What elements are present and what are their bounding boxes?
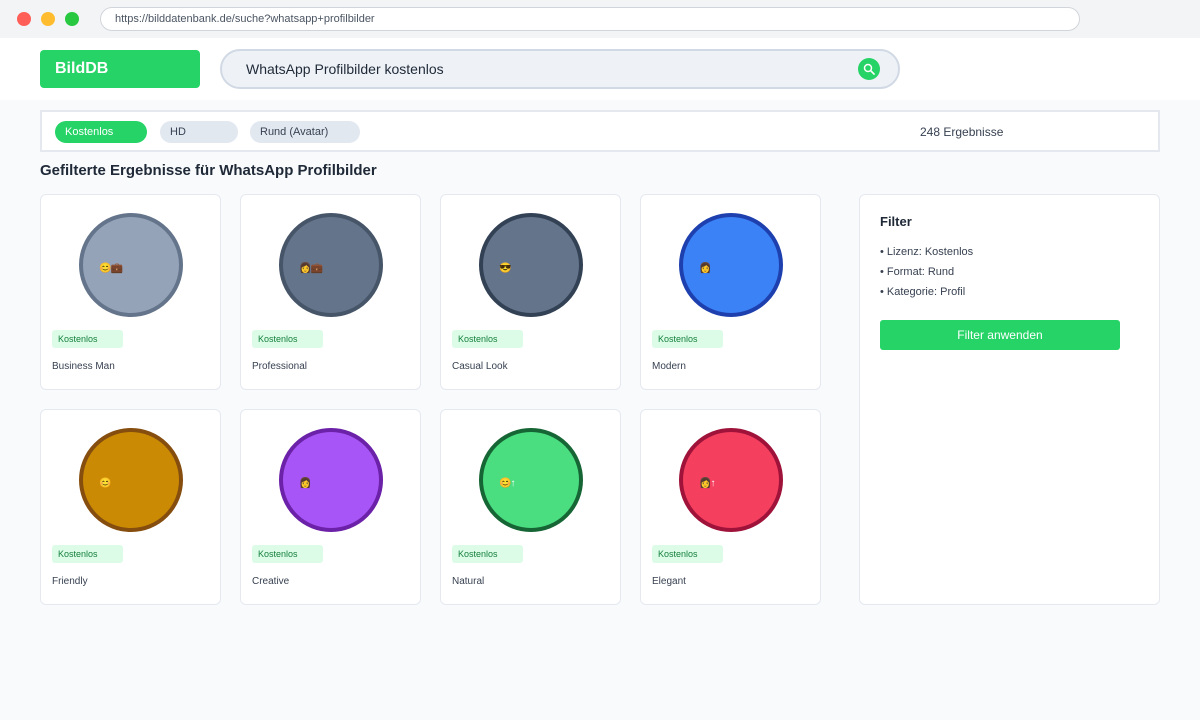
result-card[interactable]: 👩💼 Kostenlos Professional [240,194,421,390]
card-title: Elegant [652,576,686,587]
apply-filter-button[interactable]: Filter anwenden [880,320,1120,350]
address-bar[interactable]: https://bilddatenbank.de/suche?whatsapp+… [100,7,1080,31]
filter-item-format: • Format: Rund [880,266,955,278]
license-badge: Kostenlos [652,330,723,348]
card-title: Modern [652,361,686,372]
license-badge: Kostenlos [452,330,523,348]
filter-chip-rund-avatar[interactable]: Rund (Avatar) [250,121,360,143]
result-card[interactable]: 👩↑ Kostenlos Elegant [640,409,821,605]
avatar-glyph-icon: 👩↑ [699,478,715,489]
result-count: 248 Ergebnisse [920,125,1004,139]
license-badge: Kostenlos [452,545,523,563]
search-input-value: WhatsApp Profilbilder kostenlos [246,61,444,77]
avatar-glyph-icon: 😊💼 [99,263,123,274]
filter-chip-kostenlos[interactable]: Kostenlos [55,121,147,143]
minimize-window-button[interactable] [41,12,55,26]
filter-chip-hd[interactable]: HD [160,121,238,143]
result-card[interactable]: 👩 Kostenlos Modern [640,194,821,390]
result-card[interactable]: 😊 Kostenlos Friendly [40,409,221,605]
avatar-image: 😊↑ [479,428,583,532]
card-title: Creative [252,576,290,587]
result-card[interactable]: 👩 Kostenlos Creative [240,409,421,605]
avatar-image: 😎 [479,213,583,317]
filter-bar: Kostenlos HD Rund (Avatar) 248 Ergebniss… [40,110,1160,152]
license-badge: Kostenlos [652,545,723,563]
avatar-glyph-icon: 👩 [299,478,311,489]
filter-sidebar: Filter • Lizenz: Kostenlos • Format: Run… [859,194,1160,605]
avatar-image: 😊 [79,428,183,532]
filter-item-license: • Lizenz: Kostenlos [880,246,974,258]
search-button[interactable] [858,58,880,80]
avatar-glyph-icon: 😊↑ [499,478,515,489]
maximize-window-button[interactable] [65,12,79,26]
card-title: Casual Look [452,361,508,372]
site-header: BildDB WhatsApp Profilbilder kostenlos [0,38,1200,100]
card-title: Professional [252,361,308,372]
avatar-glyph-icon: 👩💼 [299,263,323,274]
license-badge: Kostenlos [252,545,323,563]
avatar-glyph-icon: 😊 [99,478,111,489]
site-logo[interactable]: BildDB [40,50,200,88]
result-card[interactable]: 😊💼 Kostenlos Business Man [40,194,221,390]
license-badge: Kostenlos [52,330,123,348]
license-badge: Kostenlos [252,330,323,348]
avatar-image: 👩💼 [279,213,383,317]
result-card[interactable]: 😊↑ Kostenlos Natural [440,409,621,605]
search-icon [863,63,875,75]
avatar-glyph-icon: 😎 [499,263,511,274]
license-badge: Kostenlos [52,545,123,563]
browser-chrome: https://bilddatenbank.de/suche?whatsapp+… [0,0,1200,38]
card-title: Natural [452,576,485,587]
search-input[interactable]: WhatsApp Profilbilder kostenlos [220,49,900,89]
avatar-image: 😊💼 [79,213,183,317]
card-title: Business Man [52,361,115,372]
avatar-image: 👩↑ [679,428,783,532]
avatar-glyph-icon: 👩 [699,263,711,274]
results-heading: Gefilterte Ergebnisse für WhatsApp Profi… [40,162,377,179]
filter-item-category: • Kategorie: Profil [880,286,966,298]
avatar-image: 👩 [679,213,783,317]
sidebar-title: Filter [880,214,912,229]
avatar-image: 👩 [279,428,383,532]
close-window-button[interactable] [17,12,31,26]
card-title: Friendly [52,576,88,587]
result-card[interactable]: 😎 Kostenlos Casual Look [440,194,621,390]
